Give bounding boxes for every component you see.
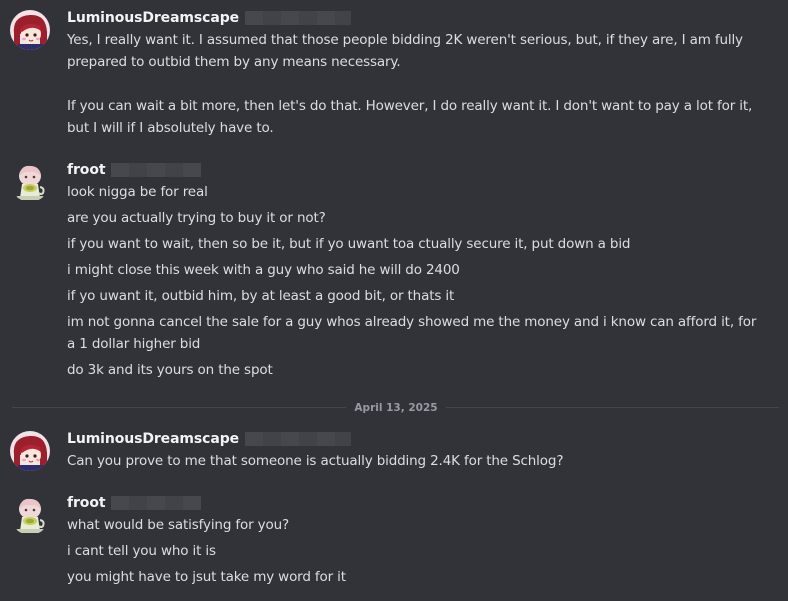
message-line: Yes, I really want it. I assumed that th… bbox=[67, 32, 743, 48]
username[interactable]: LuminousDreamscape bbox=[67, 10, 239, 26]
avatar[interactable] bbox=[10, 431, 50, 471]
avatar[interactable] bbox=[10, 10, 50, 50]
message-line: what would be satisfying for you? bbox=[67, 517, 290, 533]
message-line: you might have to jsut take my word for … bbox=[67, 569, 346, 585]
date-divider-label: April 13, 2025 bbox=[346, 400, 446, 416]
chat-message-list: LuminousDreamscape Yes, I really want it… bbox=[0, 0, 788, 601]
message-line: but I will if I absolutely have to. bbox=[67, 120, 274, 136]
message-line: if you want to wait, then so be it, but … bbox=[67, 236, 631, 252]
message-line: i might close this week with a guy who s… bbox=[67, 262, 460, 278]
anime-avatar-red-hair-icon bbox=[10, 10, 50, 50]
message-header: froot bbox=[67, 493, 202, 513]
avatar[interactable] bbox=[10, 162, 50, 202]
anime-avatar-tea-cup-icon bbox=[10, 162, 50, 202]
avatar[interactable] bbox=[10, 495, 50, 535]
redacted-timestamp bbox=[111, 163, 202, 177]
message-line: if yo uwant it, outbid him, by at least … bbox=[67, 288, 455, 304]
username[interactable]: LuminousDreamscape bbox=[67, 431, 239, 447]
anime-avatar-red-hair-icon bbox=[10, 431, 50, 471]
message-line: prepared to outbid them by any means nec… bbox=[67, 54, 401, 70]
message-line: do 3k and its yours on the spot bbox=[67, 362, 273, 378]
message-header: LuminousDreamscape bbox=[67, 8, 352, 28]
anime-avatar-tea-cup-icon bbox=[10, 495, 50, 535]
message-header: LuminousDreamscape bbox=[67, 429, 352, 449]
username[interactable]: froot bbox=[67, 495, 106, 511]
message-line: a 1 dollar higher bid bbox=[67, 336, 201, 352]
redacted-timestamp bbox=[111, 496, 202, 510]
message-line: Can you prove to me that someone is actu… bbox=[67, 453, 564, 469]
redacted-timestamp bbox=[245, 11, 352, 25]
message-header: froot bbox=[67, 160, 202, 180]
message-line: If you can wait a bit more, then let's d… bbox=[67, 98, 753, 114]
message-line: i cant tell you who it is bbox=[67, 543, 216, 559]
message-line: look nigga be for real bbox=[67, 184, 208, 200]
message-line: im not gonna cancel the sale for a guy w… bbox=[67, 314, 757, 330]
redacted-timestamp bbox=[245, 432, 352, 446]
username[interactable]: froot bbox=[67, 162, 106, 178]
message-line: are you actually trying to buy it or not… bbox=[67, 210, 326, 226]
